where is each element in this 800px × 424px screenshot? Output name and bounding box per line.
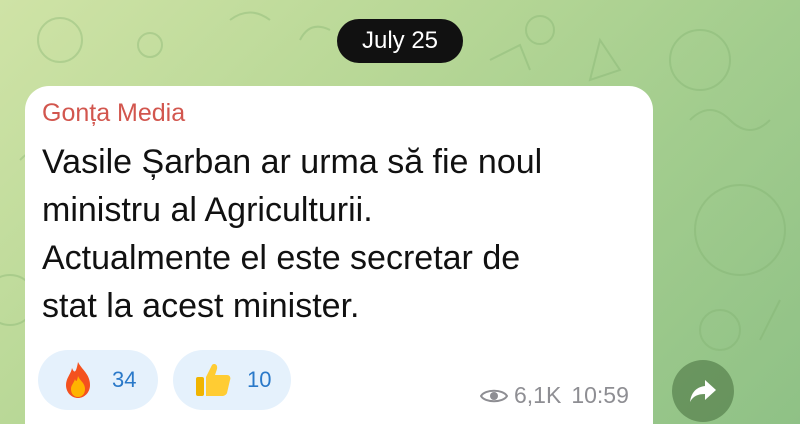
- reaction-fire[interactable]: 34: [38, 350, 158, 410]
- reaction-thumbs-up[interactable]: 10: [173, 350, 291, 410]
- reaction-count: 34: [112, 367, 137, 392]
- message-meta: 6,1K 10:59: [480, 382, 629, 409]
- thumbs-up-emoji-icon: [196, 364, 231, 396]
- message-bubble[interactable]: Gonța Media Vasile Șarban ar urma să fie…: [25, 86, 653, 424]
- sender-name[interactable]: Gonța Media: [42, 99, 185, 128]
- fire-emoji-icon: [66, 362, 90, 398]
- eye-icon: [480, 389, 508, 402]
- message-time: 10:59: [571, 382, 629, 408]
- reaction-count: 10: [247, 367, 272, 392]
- date-separator: July 25: [337, 19, 463, 63]
- forward-arrow-icon: [690, 380, 716, 402]
- message-text: Vasile Șarban ar urma să fie noul minist…: [42, 143, 543, 325]
- forward-button[interactable]: [672, 360, 734, 422]
- view-count: 6,1K: [514, 382, 562, 408]
